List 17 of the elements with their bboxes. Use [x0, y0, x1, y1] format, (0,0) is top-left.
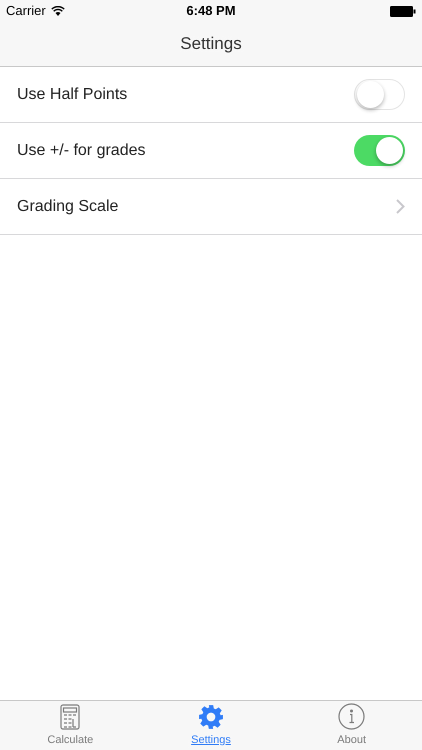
wifi-icon	[50, 6, 65, 16]
tab-item[interactable]: Calculate	[0, 701, 141, 750]
gear-icon	[198, 704, 224, 730]
setting-label: Grading Scale	[17, 196, 118, 216]
info-icon	[338, 702, 366, 730]
battery-icon	[390, 6, 416, 16]
chevron-right-icon[interactable]	[396, 199, 405, 214]
carrier-name: Carrier	[6, 2, 46, 20]
setting-label: Use Half Points	[17, 84, 128, 104]
setting-label: Use +/- for grades	[17, 140, 146, 160]
tab-item[interactable]: About	[281, 701, 422, 750]
calculator-icon	[60, 704, 80, 730]
tab-item[interactable]: Settings	[140, 701, 282, 750]
screen-title: Settings	[180, 33, 242, 56]
toggle-switch[interactable]	[354, 79, 405, 110]
status-time: 6:48 PM	[186, 2, 236, 20]
toggle-switch[interactable]	[354, 135, 405, 166]
